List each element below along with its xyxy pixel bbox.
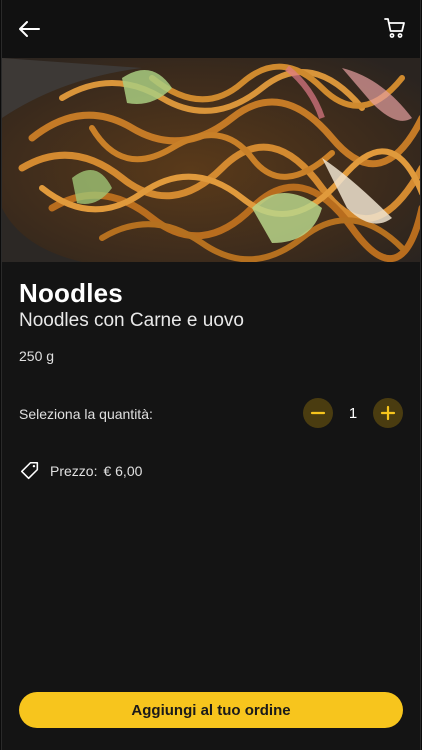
product-weight: 250 g [19, 348, 55, 364]
quantity-stepper: 1 [303, 398, 403, 428]
quantity-label: Seleziona la quantità: [19, 406, 153, 422]
product-screen: Noodles Noodles con Carne e uovo 250 g S… [1, 0, 421, 750]
price-value: € 6,00 [103, 463, 143, 479]
plus-icon [380, 405, 396, 421]
minus-icon [310, 411, 326, 415]
top-bar [2, 0, 420, 58]
back-button[interactable] [16, 16, 42, 42]
quantity-value: 1 [348, 404, 358, 422]
increment-button[interactable] [373, 398, 403, 428]
shopping-cart-icon [384, 18, 405, 38]
product-name: Noodles [19, 278, 123, 308]
arrow-left-icon [19, 21, 40, 37]
price-row: Prezzo: € 6,00 [19, 460, 142, 482]
noodles-photo [2, 58, 420, 262]
product-description: Noodles con Carne e uovo [19, 310, 244, 331]
price-tag-icon [20, 461, 39, 480]
price-label: Prezzo: [50, 463, 98, 479]
decrement-button[interactable] [303, 398, 333, 428]
add-to-order-button[interactable]: Aggiungi al tuo ordine [19, 692, 403, 728]
product-image [2, 58, 420, 262]
cart-button[interactable] [382, 15, 408, 41]
